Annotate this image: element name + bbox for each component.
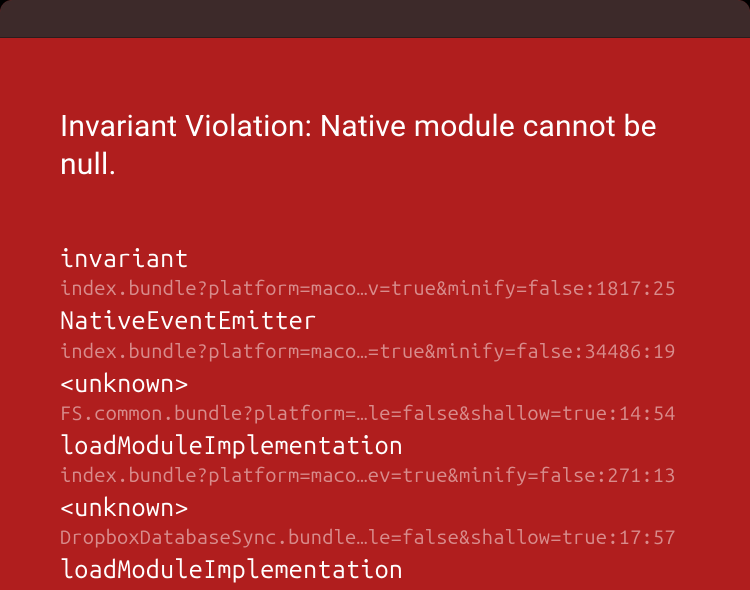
stack-frame-location: index.bundle?platform=maco…v=true&minify… xyxy=(60,274,690,301)
stack-frame-function: invariant xyxy=(60,243,690,274)
stack-trace: invariant index.bundle?platform=maco…v=t… xyxy=(0,183,750,590)
stack-frame-function: NativeEventEmitter xyxy=(60,305,690,336)
stack-frame-function: <unknown> xyxy=(60,492,690,523)
stack-frame[interactable]: NativeEventEmitter index.bundle?platform… xyxy=(60,305,690,363)
stack-frame-function: loadModuleImplementation xyxy=(60,554,690,585)
stack-frame[interactable]: <unknown> DropboxDatabaseSync.bundle…le=… xyxy=(60,492,690,550)
stack-frame[interactable]: invariant index.bundle?platform=maco…v=t… xyxy=(60,243,690,301)
error-window: Invariant Violation: Native module canno… xyxy=(0,0,750,590)
stack-frame-location: index.bundle?platform=maco…ev=true&minif… xyxy=(60,586,690,590)
stack-frame-function: <unknown> xyxy=(60,368,690,399)
window-titlebar[interactable] xyxy=(0,0,750,38)
stack-frame-location: FS.common.bundle?platform=…le=false&shal… xyxy=(60,399,690,426)
stack-frame-location: index.bundle?platform=maco…ev=true&minif… xyxy=(60,461,690,488)
stack-frame[interactable]: loadModuleImplementation index.bundle?pl… xyxy=(60,554,690,590)
stack-frame-location: DropboxDatabaseSync.bundle…le=false&shal… xyxy=(60,523,690,550)
stack-frame[interactable]: loadModuleImplementation index.bundle?pl… xyxy=(60,430,690,488)
error-title: Invariant Violation: Native module canno… xyxy=(0,38,750,183)
stack-frame-location: index.bundle?platform=maco…=true&minify=… xyxy=(60,337,690,364)
stack-frame[interactable]: <unknown> FS.common.bundle?platform=…le=… xyxy=(60,368,690,426)
stack-frame-function: loadModuleImplementation xyxy=(60,430,690,461)
error-content: Invariant Violation: Native module canno… xyxy=(0,38,750,590)
